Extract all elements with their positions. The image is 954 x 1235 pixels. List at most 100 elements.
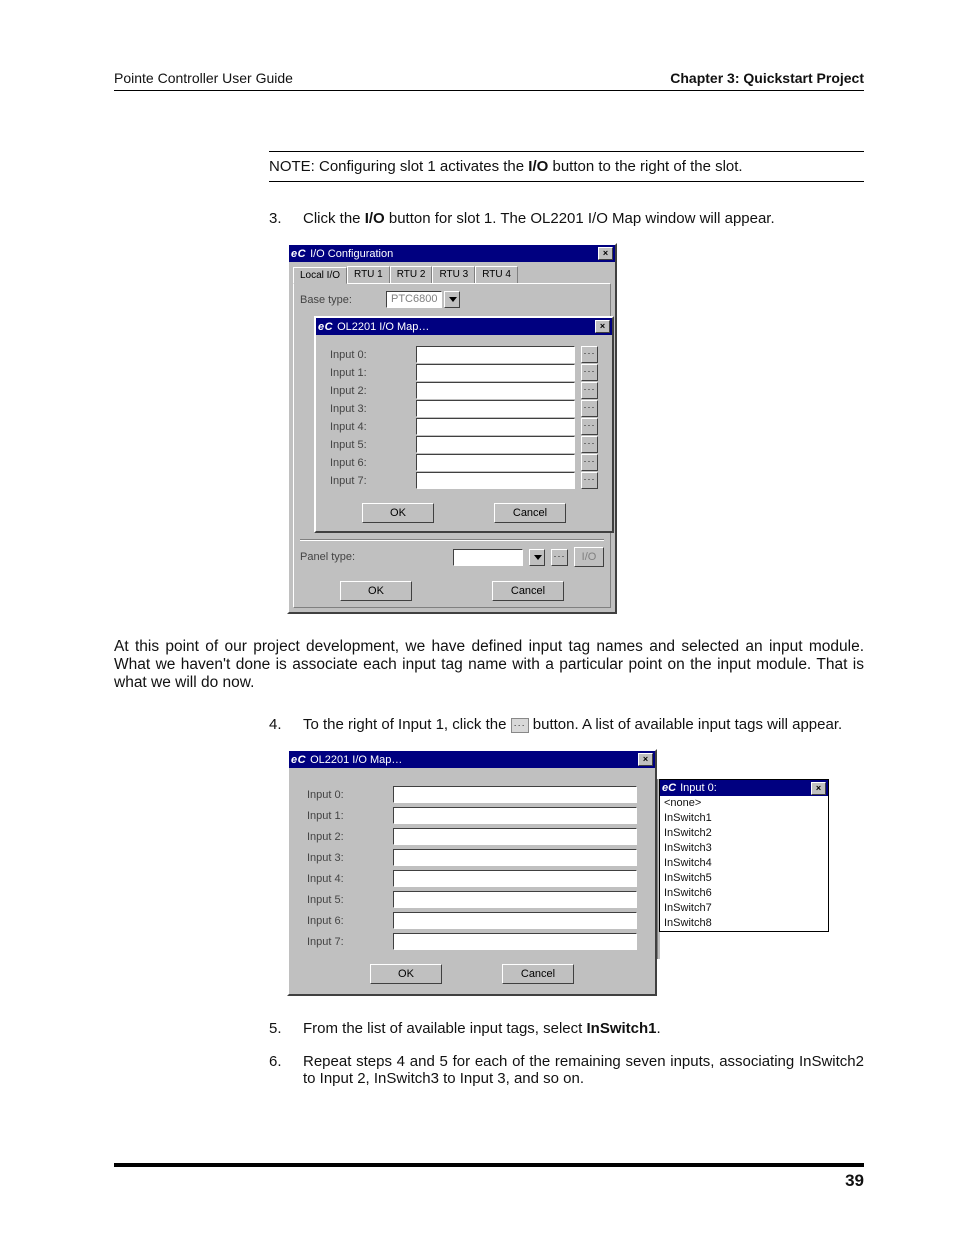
input-0-browse[interactable]: ··· <box>581 346 598 363</box>
tab-strip: Local I/O RTU 1 RTU 2 RTU 3 RTU 4 <box>293 266 611 283</box>
close-icon[interactable]: × <box>598 247 613 260</box>
input-1-label: Input 1: <box>330 367 410 379</box>
header-left: Pointe Controller User Guide <box>114 70 293 86</box>
io-map-2-title-italic: eC <box>291 754 306 766</box>
input-5-label: Input 5: <box>307 894 387 906</box>
chevron-down-icon[interactable] <box>529 549 545 566</box>
header-right: Chapter 3: Quickstart Project <box>670 70 864 86</box>
input-3-field[interactable] <box>393 849 637 866</box>
input-tag-popup: eC Input 0: × <none> InSwitch1 InSwitch2… <box>659 779 829 932</box>
input-0-field[interactable] <box>416 346 575 363</box>
input-5-label: Input 5: <box>330 439 410 451</box>
input-6-field[interactable] <box>393 912 637 929</box>
tab-rtu3[interactable]: RTU 3 <box>432 266 475 283</box>
chevron-down-icon[interactable] <box>444 291 460 308</box>
input-3-label: Input 3: <box>330 403 410 415</box>
note-box: NOTE: Configuring slot 1 activates the I… <box>269 151 864 182</box>
tab-rtu4[interactable]: RTU 4 <box>475 266 518 283</box>
note-prefix: NOTE: Configuring slot 1 activates the <box>269 158 528 175</box>
io-map-2-titlebar[interactable]: eC OL2201 I/O Map… × <box>289 751 655 768</box>
input-4-field[interactable] <box>393 870 637 887</box>
option-inswitch1[interactable]: InSwitch1 <box>660 811 828 826</box>
option-inswitch7[interactable]: InSwitch7 <box>660 901 828 916</box>
io-map-title-italic: eC <box>318 321 333 333</box>
input-2-browse[interactable]: ··· <box>581 382 598 399</box>
io-config-title-italic: eC <box>291 248 306 260</box>
io-map-2-title-plain: OL2201 I/O Map… <box>310 754 402 766</box>
popup-title-plain: Input 0: <box>680 782 717 794</box>
ok-button[interactable]: OK <box>340 581 412 601</box>
input-7-field[interactable] <box>416 472 575 489</box>
input-1-field[interactable] <box>416 364 575 381</box>
input-1-label: Input 1: <box>307 810 387 822</box>
io-map-titlebar[interactable]: eC OL2201 I/O Map… × <box>316 318 612 335</box>
io-config-titlebar[interactable]: eC I/O Configuration × <box>289 245 615 262</box>
input-2-field[interactable] <box>393 828 637 845</box>
option-inswitch3[interactable]: InSwitch3 <box>660 841 828 856</box>
cancel-button[interactable]: Cancel <box>494 503 566 523</box>
close-icon[interactable]: × <box>811 782 826 795</box>
close-icon[interactable]: × <box>595 320 610 333</box>
ok-button[interactable]: OK <box>362 503 434 523</box>
io-map-title-plain: OL2201 I/O Map… <box>337 321 429 333</box>
close-icon[interactable]: × <box>638 753 653 766</box>
cancel-button[interactable]: Cancel <box>502 964 574 984</box>
input-5-browse[interactable]: ··· <box>581 436 598 453</box>
ok-button[interactable]: OK <box>370 964 442 984</box>
cancel-button[interactable]: Cancel <box>492 581 564 601</box>
input-4-browse[interactable]: ··· <box>581 418 598 435</box>
input-0-field[interactable] <box>393 786 637 803</box>
base-type-value[interactable]: PTC6800 <box>386 291 442 308</box>
step-5-num: 5. <box>269 1020 287 1037</box>
option-inswitch4[interactable]: InSwitch4 <box>660 856 828 871</box>
panel-type-field[interactable] <box>453 549 523 566</box>
input-6-field[interactable] <box>416 454 575 471</box>
input-1-browse[interactable]: ··· <box>581 364 598 381</box>
step-3: 3. Click the I/O button for slot 1. The … <box>269 210 864 227</box>
input-6-browse[interactable]: ··· <box>581 454 598 471</box>
option-inswitch2[interactable]: InSwitch2 <box>660 826 828 841</box>
panel-type-browse[interactable]: ··· <box>551 549 568 566</box>
note-suffix: button to the right of the slot. <box>548 158 742 175</box>
input-1-field[interactable] <box>393 807 637 824</box>
option-inswitch8[interactable]: InSwitch8 <box>660 916 828 931</box>
io-config-title-plain: I/O Configuration <box>310 248 393 260</box>
page-content: NOTE: Configuring slot 1 activates the I… <box>269 151 864 1087</box>
input-4-label: Input 4: <box>330 421 410 433</box>
step-5-text: From the list of available input tags, s… <box>303 1020 661 1037</box>
input-4-field[interactable] <box>416 418 575 435</box>
input-7-label: Input 7: <box>330 475 410 487</box>
step-4: 4. To the right of Input 1, click the ··… <box>269 716 864 733</box>
input-5-field[interactable] <box>416 436 575 453</box>
input-7-browse[interactable]: ··· <box>581 472 598 489</box>
input-6-label: Input 6: <box>330 457 410 469</box>
option-inswitch5[interactable]: InSwitch5 <box>660 871 828 886</box>
step-4-text: To the right of Input 1, click the ··· b… <box>303 716 842 733</box>
input-2-field[interactable] <box>416 382 575 399</box>
option-inswitch6[interactable]: InSwitch6 <box>660 886 828 901</box>
io-map-dialog-2: eC OL2201 I/O Map… × Input 0: Input 1: I… <box>287 749 657 996</box>
input-3-field[interactable] <box>416 400 575 417</box>
input-7-field[interactable] <box>393 933 637 950</box>
input-3-label: Input 3: <box>307 852 387 864</box>
tab-local-io[interactable]: Local I/O <box>293 267 347 284</box>
input-5-field[interactable] <box>393 891 637 908</box>
input-2-label: Input 2: <box>330 385 410 397</box>
step-6-num: 6. <box>269 1053 287 1087</box>
tab-rtu2[interactable]: RTU 2 <box>390 266 433 283</box>
io-button[interactable]: I/O <box>574 547 604 567</box>
mid-paragraph: At this point of our project development… <box>114 638 864 692</box>
step-6-text: Repeat steps 4 and 5 for each of the rem… <box>303 1053 864 1087</box>
io-config-dialog: eC I/O Configuration × Local I/O RTU 1 R… <box>287 243 617 614</box>
io-config-panel: Base type: PTC6800 eC OL2201 I/O Map… × <box>293 283 611 608</box>
popup-titlebar[interactable]: eC Input 0: × <box>660 780 828 796</box>
step-3-text: Click the I/O button for slot 1. The OL2… <box>303 210 775 227</box>
tab-rtu1[interactable]: RTU 1 <box>347 266 390 283</box>
input-4-label: Input 4: <box>307 873 387 885</box>
step-6: 6. Repeat steps 4 and 5 for each of the … <box>269 1053 864 1087</box>
input-3-browse[interactable]: ··· <box>581 400 598 417</box>
io-map-dialog: eC OL2201 I/O Map… × Input 0:··· Input 1… <box>314 316 614 533</box>
figure-1: eC I/O Configuration × Local I/O RTU 1 R… <box>287 243 864 614</box>
option-none[interactable]: <none> <box>660 796 828 811</box>
figure-2: eC OL2201 I/O Map… × Input 0: Input 1: I… <box>287 749 864 996</box>
